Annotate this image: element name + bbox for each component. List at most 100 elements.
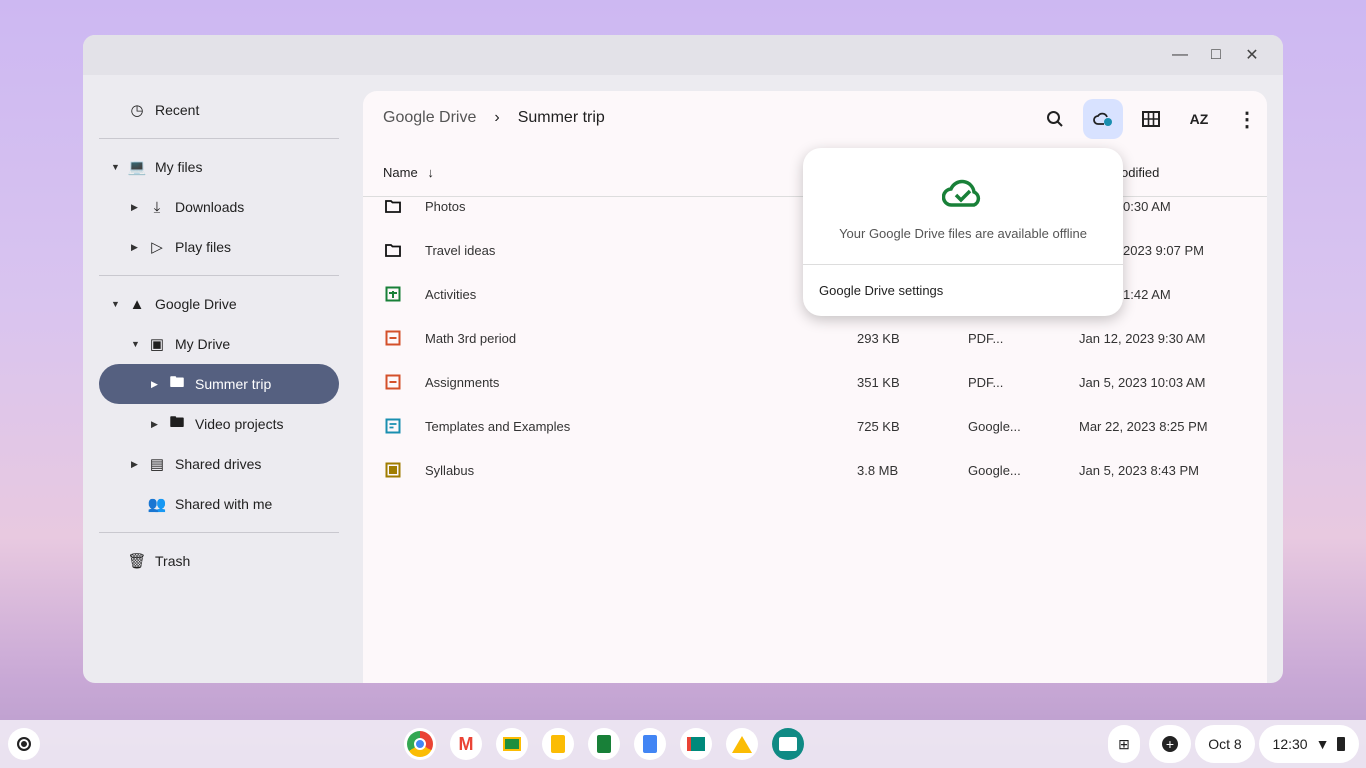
shelf-app-sheets[interactable] bbox=[588, 728, 620, 760]
shelf: M ⊞ + Oct 8 12:30 ▼ bbox=[0, 720, 1366, 768]
divider bbox=[99, 532, 339, 533]
drive-settings-menu-item[interactable]: Google Drive settings bbox=[819, 283, 943, 298]
holding-space-icon[interactable]: ⊞ bbox=[1108, 725, 1140, 763]
file-size: 3.8 MB bbox=[857, 463, 899, 478]
shelf-app-drive[interactable] bbox=[726, 728, 758, 760]
shelf-app-classroom[interactable] bbox=[496, 728, 528, 760]
laptop-icon: 💻 bbox=[127, 159, 147, 176]
drive-icon: ▲ bbox=[129, 295, 145, 313]
expand-more-icon[interactable]: ▶ bbox=[151, 419, 158, 430]
sidebar-item-label: My files bbox=[155, 159, 203, 175]
sidebar-item-trash[interactable]: 🗑 Trash bbox=[99, 541, 339, 581]
breadcrumb: Google Drive › Summer trip bbox=[383, 109, 605, 127]
table-row[interactable]: Syllabus 3.8 MB Google... Jan 5, 2023 8:… bbox=[363, 449, 1267, 493]
add-icon[interactable]: + bbox=[1149, 725, 1191, 763]
battery-icon bbox=[1337, 737, 1346, 751]
sidebar-item-downloads[interactable]: ▶ ⤓ Downloads bbox=[99, 187, 339, 227]
wifi-icon: ▼ bbox=[1315, 736, 1330, 752]
shelf-app-files[interactable] bbox=[772, 728, 804, 760]
table-row[interactable]: Assignments 351 KB PDF... Jan 5, 2023 10… bbox=[363, 361, 1267, 405]
shelf-app-meet[interactable] bbox=[680, 728, 712, 760]
title-bar: — □ ✕ bbox=[83, 35, 1283, 75]
sidebar-item-label: My Drive bbox=[175, 336, 231, 352]
maximize-icon[interactable]: □ bbox=[1205, 44, 1227, 66]
file-size: 351 KB bbox=[857, 375, 900, 390]
expand-less-icon[interactable]: ▼ bbox=[111, 162, 120, 172]
shelf-app-chrome[interactable] bbox=[404, 728, 436, 760]
search-icon[interactable] bbox=[1035, 99, 1075, 139]
sidebar-item-summer-trip[interactable]: ▶ 🖿 Summer trip bbox=[99, 364, 339, 404]
shelf-app-gmail[interactable]: M bbox=[450, 728, 482, 760]
sidebar-item-label: Trash bbox=[155, 553, 191, 569]
column-header-name[interactable]: Name ↓ bbox=[383, 165, 434, 180]
date-label: Oct 8 bbox=[1208, 736, 1242, 752]
more-vert-icon[interactable]: ⋮ bbox=[1227, 99, 1267, 139]
sidebar-item-shared-drives[interactable]: ▶ ▤ Shared drives bbox=[99, 444, 339, 484]
sort-az-icon[interactable]: AZ bbox=[1179, 99, 1219, 139]
file-name: Assignments bbox=[425, 375, 500, 390]
expand-more-icon[interactable]: ▶ bbox=[131, 242, 138, 253]
close-icon[interactable]: ✕ bbox=[1241, 44, 1263, 66]
status-area[interactable]: 12:30 ▼ bbox=[1259, 725, 1359, 763]
column-name-label: Name bbox=[383, 165, 418, 180]
minimize-icon[interactable]: — bbox=[1169, 44, 1191, 66]
file-name: Syllabus bbox=[425, 463, 475, 478]
shelf-app-docs[interactable] bbox=[634, 728, 666, 760]
sidebar-item-my-drive[interactable]: ▼ ▣ My Drive bbox=[99, 324, 339, 364]
play-icon: ▷ bbox=[151, 239, 163, 256]
shared-drives-icon: ▤ bbox=[149, 456, 165, 473]
sidebar-item-my-files[interactable]: ▼ 💻 My files bbox=[99, 147, 339, 187]
table-row[interactable]: Templates and Examples 725 KB Google... … bbox=[363, 405, 1267, 449]
sidebar-item-google-drive[interactable]: ▼ ▲ Google Drive bbox=[99, 284, 339, 324]
download-icon: ⤓ bbox=[153, 198, 161, 216]
chevron-right-icon: › bbox=[494, 109, 500, 126]
file-name: Photos bbox=[425, 199, 466, 214]
file-modified: 1:42 AM bbox=[1123, 287, 1171, 302]
trash-icon: 🗑 bbox=[127, 553, 147, 570]
sidebar-item-recent[interactable]: ◷ Recent bbox=[99, 90, 339, 130]
sidebar-item-label: Play files bbox=[175, 239, 232, 255]
sidebar-item-label: Downloads bbox=[175, 199, 245, 215]
sidebar-item-label: Recent bbox=[155, 102, 200, 118]
sheets-icon bbox=[385, 286, 401, 302]
folder-icon: 🖿 bbox=[169, 373, 185, 391]
arrow-down-icon: ↓ bbox=[427, 165, 434, 180]
column-header-modified[interactable]: odified bbox=[1121, 165, 1159, 180]
sidebar-item-video-projects[interactable]: ▶ 🖿 Video projects bbox=[99, 404, 339, 444]
expand-less-icon[interactable]: ▼ bbox=[111, 299, 120, 309]
shelf-app-slides[interactable] bbox=[542, 728, 574, 760]
file-modified: 2023 9:07 PM bbox=[1123, 243, 1204, 258]
sidebar-item-shared-with-me[interactable]: 👥 Shared with me bbox=[99, 484, 339, 524]
file-modified: Jan 12, 2023 9:30 AM bbox=[1079, 331, 1206, 346]
sidebar-item-label: Shared with me bbox=[175, 496, 273, 512]
file-name: Activities bbox=[425, 287, 477, 302]
expand-more-icon[interactable]: ▶ bbox=[131, 459, 138, 470]
expand-more-icon[interactable]: ▶ bbox=[131, 202, 138, 213]
launcher-button[interactable] bbox=[8, 728, 40, 760]
file-name: Templates and Examples bbox=[425, 419, 571, 434]
sidebar-item-label: Video projects bbox=[195, 416, 284, 432]
file-modified: Jan 5, 2023 10:03 AM bbox=[1079, 375, 1206, 390]
sidebar-item-label: Google Drive bbox=[155, 296, 237, 312]
file-type: Google... bbox=[968, 419, 1021, 434]
file-size: 725 KB bbox=[857, 419, 900, 434]
table-row[interactable]: Math 3rd period 293 KB PDF... Jan 12, 20… bbox=[363, 317, 1267, 361]
slides-icon bbox=[385, 462, 401, 478]
breadcrumb-root[interactable]: Google Drive bbox=[383, 109, 476, 127]
clock: 12:30 bbox=[1272, 736, 1308, 752]
expand-more-icon[interactable]: ▶ bbox=[151, 379, 158, 390]
folder-icon bbox=[385, 200, 401, 213]
sidebar: ◷ Recent ▼ 💻 My files ▶ ⤓ Downloads ▶ ▷ Play files… bbox=[99, 90, 339, 581]
sidebar-item-play-files[interactable]: ▶ ▷ Play files bbox=[99, 227, 339, 267]
files-app-window: — □ ✕ ◷ Recent ▼ 💻 My files ▶ ⤓ Downloads ▶ ▷ Play… bbox=[83, 35, 1283, 683]
clock-icon: ◷ bbox=[130, 102, 144, 119]
cloud-sync-icon[interactable] bbox=[1083, 99, 1123, 139]
sidebar-item-label: Summer trip bbox=[195, 376, 272, 392]
grid-view-icon[interactable] bbox=[1131, 99, 1171, 139]
expand-less-icon[interactable]: ▼ bbox=[131, 339, 140, 349]
file-modified: Jan 5, 2023 8:43 PM bbox=[1079, 463, 1199, 478]
google-sites-icon bbox=[385, 418, 401, 434]
toolbar: AZ ⋮ bbox=[1027, 99, 1267, 139]
my-drive-icon: ▣ bbox=[149, 336, 165, 353]
date-button[interactable]: Oct 8 bbox=[1195, 725, 1255, 763]
